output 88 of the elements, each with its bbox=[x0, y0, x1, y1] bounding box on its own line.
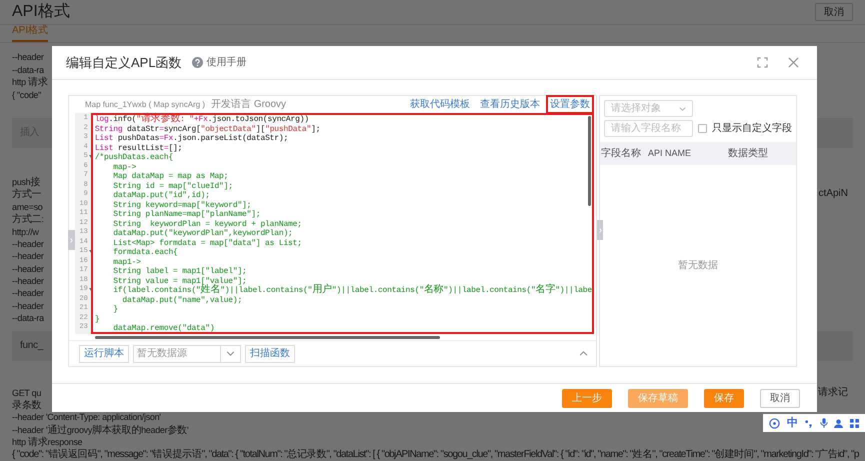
text-line: { "code": "错误返回码", "message": "错误提示语", "data": { "totalNum": "总记录数", "dataList": [ { "objAPIName": "sogou_clue", "masterFieldVal": { "id": "id", "name": "姓名", "createTime": "创建时间", "marketingId": "广告id", "p bbox=[12, 448, 859, 461]
editor-link[interactable]: 设置参数 bbox=[548, 97, 592, 112]
text-line: 请求记 bbox=[818, 386, 848, 400]
text-line: 录条数 bbox=[12, 399, 42, 412]
text-line: ame=so bbox=[12, 200, 42, 214]
code-line: dataMap.put("keywordPlan",keywordPlan); bbox=[112, 229, 294, 238]
text-line: { "code" bbox=[12, 88, 42, 101]
text-line: http 请求response bbox=[12, 436, 82, 448]
text-line: http 请求 bbox=[12, 76, 48, 89]
code-line: log.info("请求参数: "+Fx.json.toJson(syncArg)) bbox=[94, 115, 310, 124]
chevron-right-icon bbox=[70, 238, 73, 242]
code-editor[interactable] bbox=[90, 113, 594, 334]
datasource-select[interactable]: 暂无数据源 bbox=[133, 344, 241, 362]
collapse-handle[interactable] bbox=[597, 220, 603, 240]
editor-link[interactable]: 获取代码模板 bbox=[408, 97, 472, 112]
code-line: dataMap.remove("data") bbox=[112, 324, 216, 334]
column-header: API NAME bbox=[647, 146, 692, 160]
text-line: --header '通过groovy脚本获取的header参数' bbox=[12, 424, 188, 436]
code-line: String value = map1["value"]; bbox=[112, 276, 248, 286]
grid-icon[interactable] bbox=[850, 418, 859, 428]
text-line: --header bbox=[12, 250, 44, 263]
code-line: Map dataMap = map as Map; bbox=[112, 172, 230, 182]
page-title: API格式 bbox=[12, 2, 70, 22]
text-line: 方式一 bbox=[12, 188, 42, 201]
help-icon[interactable] bbox=[192, 57, 203, 68]
editor-link[interactable]: 查看历史版本 bbox=[478, 97, 542, 112]
punctuation-icon[interactable] bbox=[804, 418, 814, 428]
code-line: List resultList=[]; bbox=[94, 144, 184, 153]
text-line: 方式二: bbox=[12, 213, 44, 226]
code-line: String keyword=map["keyword"]; bbox=[112, 200, 252, 210]
dialog-button[interactable]: 保存 bbox=[704, 388, 744, 408]
vertical-scrollbar[interactable] bbox=[588, 116, 591, 206]
text-line: --header bbox=[12, 262, 44, 276]
chevron-down-icon bbox=[226, 351, 235, 356]
text-line: --header bbox=[12, 275, 44, 288]
text-line: http://w bbox=[12, 226, 39, 238]
horizontal-scrollbar[interactable] bbox=[95, 336, 440, 338]
code-line: } bbox=[94, 314, 100, 324]
collapse-handle[interactable] bbox=[68, 230, 75, 250]
code-line: formdata.each{ bbox=[112, 248, 179, 258]
text-line: ctApiN bbox=[818, 188, 848, 201]
code-line: String dataStr=syncArg["objectData"]["pushData"]; bbox=[94, 124, 322, 134]
help-link[interactable]: 使用手册 bbox=[206, 55, 247, 70]
language-label: 开发语言 Groovy bbox=[211, 98, 286, 112]
checkbox[interactable] bbox=[698, 124, 707, 133]
text-line: --header bbox=[12, 238, 44, 250]
code-line: String planName=map["planName"]; bbox=[112, 210, 262, 220]
code-line: map1-> bbox=[112, 258, 142, 267]
code-line: String id = map["clueId"]; bbox=[112, 182, 234, 191]
empty-state: 暂无数据 bbox=[678, 258, 718, 273]
code-line: if(label.contains("姓名")||label.contains("用户")||label.contains("名称")||label.contains("名字")||labe bbox=[112, 286, 592, 296]
text-line: GET qu bbox=[12, 386, 42, 400]
function-signature: Map func_1Ywxb ( Map syncArg ) bbox=[85, 98, 206, 110]
code-line: /*pushDatas.each{ bbox=[94, 153, 174, 162]
fullscreen-icon[interactable] bbox=[757, 57, 768, 68]
dialog-button[interactable]: 取消 bbox=[760, 388, 800, 408]
text-line: push接 bbox=[12, 176, 40, 188]
text-line: --header 'Content-Type: application/json' bbox=[12, 411, 161, 424]
dialog-title: 编辑自定义APL函数 bbox=[66, 54, 182, 72]
person-icon[interactable] bbox=[834, 418, 844, 428]
run-script-button[interactable]: 运行脚本 bbox=[79, 344, 129, 362]
text-line: --data-ra bbox=[12, 312, 44, 325]
scan-function-button[interactable]: 扫描函数 bbox=[245, 344, 295, 362]
text-line: --header bbox=[12, 287, 44, 300]
code-line: map-> bbox=[112, 162, 138, 172]
code-line: } bbox=[112, 305, 119, 314]
code-line: List<Map> formdata = map["data"] as List; bbox=[112, 238, 303, 248]
code-line: String label = map1["label"]; bbox=[112, 267, 248, 276]
dialog-button[interactable]: 上一步 bbox=[562, 388, 612, 408]
text-line: --header bbox=[12, 51, 44, 64]
column-header: 字段名称 bbox=[600, 146, 642, 161]
logo-icon[interactable] bbox=[769, 418, 780, 428]
code-line: dataMap.put("name",value); bbox=[121, 296, 244, 305]
cancel-button[interactable]: 取消 bbox=[815, 3, 853, 22]
column-header: 数据类型 bbox=[727, 146, 769, 161]
field-name-input[interactable]: 请输入字段名称 bbox=[604, 120, 693, 137]
chevron-up-icon[interactable] bbox=[579, 351, 588, 356]
text-line: --header bbox=[12, 300, 44, 312]
close-icon[interactable] bbox=[788, 57, 799, 68]
checkbox-label: 只显示自定义字段 bbox=[712, 122, 792, 136]
code-text: func_ bbox=[20, 339, 43, 354]
code-line: List pushDatas=Fx.json.parseList(dataStr); bbox=[94, 134, 290, 144]
text-line: --data-ra bbox=[12, 64, 44, 76]
input-mode-toggle[interactable]: 中 bbox=[786, 418, 798, 428]
code-line: dataMap.put("id",id); bbox=[112, 191, 211, 200]
chevron-down-icon bbox=[679, 106, 686, 110]
microphone-icon[interactable] bbox=[820, 418, 828, 428]
code-line: String keywordPlan = keyword + planName; bbox=[112, 220, 303, 229]
